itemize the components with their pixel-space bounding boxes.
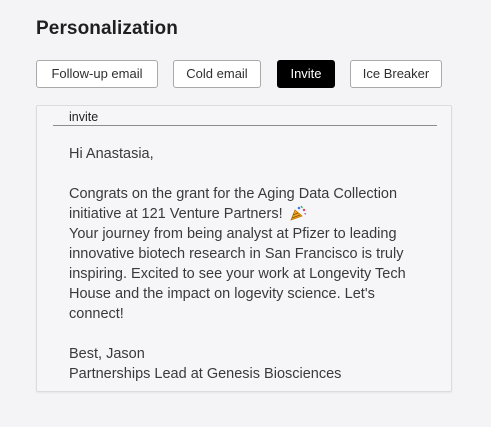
editor-tab-label: invite [69,110,99,124]
page-title: Personalization [36,18,178,39]
message-paragraph: Congrats on the grant for the Aging Data… [69,186,410,322]
message-editor[interactable]: invite Hi Anastasia, Congrats on the gra… [36,105,452,392]
editor-divider [53,125,437,126]
tab-cold-email[interactable]: Cold email [173,60,261,88]
party-popper-icon [289,205,307,221]
tab-follow-up-email[interactable]: Follow-up email [36,60,158,88]
tab-ice-breaker[interactable]: Ice Breaker [350,60,442,88]
tab-invite[interactable]: Invite [277,60,335,88]
message-paragraph-rest: Your journey from being analyst at Pfize… [69,226,406,322]
message-signature: Partnerships Lead at Genesis Biosciences [69,366,342,382]
message-greeting: Hi Anastasia, [69,146,154,162]
message-body[interactable]: Hi Anastasia, Congrats on the grant for … [69,144,429,384]
message-paragraph-main: Congrats on the grant for the Aging Data… [69,186,402,222]
message-signoff: Best, Jason [69,346,145,362]
